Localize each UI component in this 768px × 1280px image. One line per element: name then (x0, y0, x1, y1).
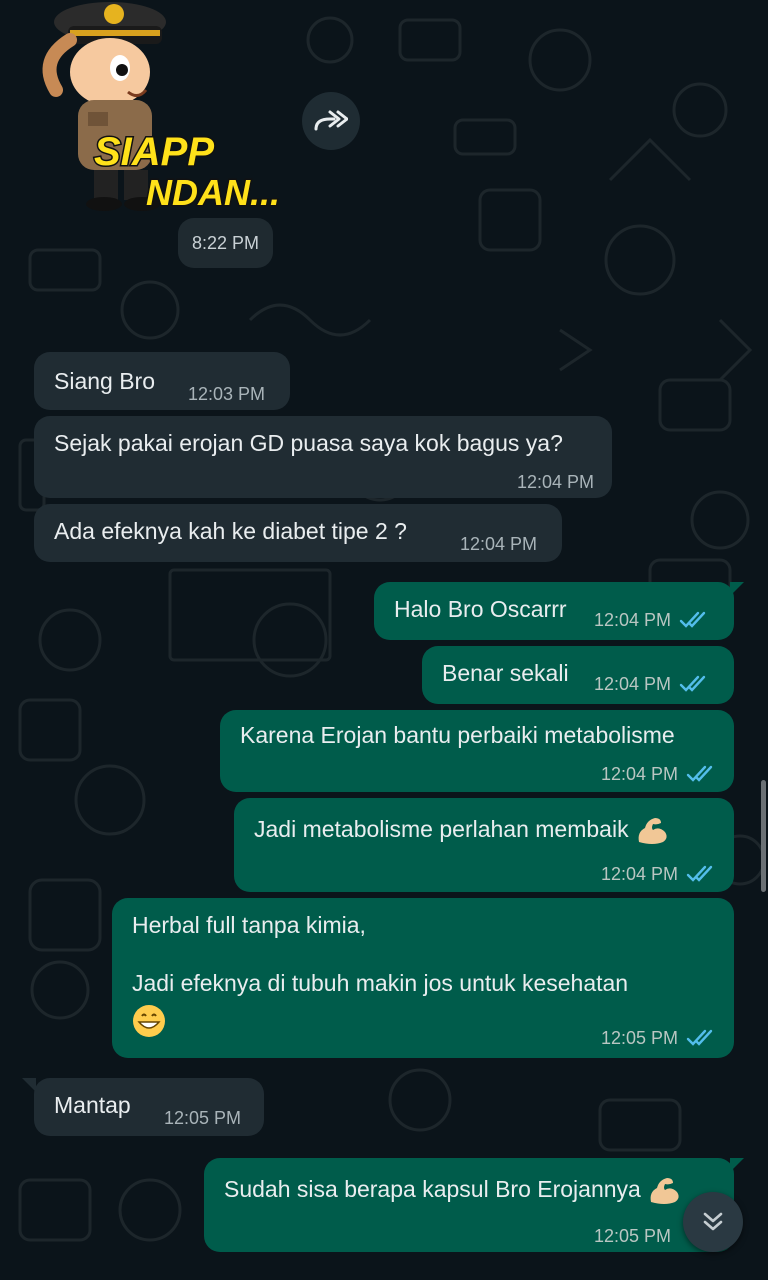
read-ticks-icon (686, 1029, 713, 1046)
flexed-biceps-icon (650, 1177, 679, 1204)
message-text: Sudah sisa berapa kapsul Bro Erojannya (224, 1174, 681, 1206)
message-time: 12:04 PM (594, 610, 672, 630)
message-meta: 12:04 PM (594, 674, 709, 694)
read-ticks-icon (679, 675, 706, 692)
message-meta: 12:04 PM (601, 864, 716, 884)
message-text-line2: Jadi efeknya di tubuh makin jos untuk ke… (132, 970, 629, 996)
message-meta: 12:04 PM (601, 764, 716, 784)
message-text: Jadi metabolisme perlahan membaik (254, 814, 669, 846)
message-time: 12:05 PM (600, 1028, 678, 1048)
message-outgoing[interactable]: Sudah sisa berapa kapsul Bro Erojannya 1… (204, 1158, 734, 1252)
sticker-image: SIAPP NDAN... (42, 2, 282, 215)
message-time: 12:04 PM (600, 864, 678, 884)
message-time: 12:04 PM (460, 534, 538, 554)
message-text: Karena Erojan bantu perbaiki metabolisme (240, 722, 675, 748)
read-ticks-icon (686, 765, 713, 782)
message-incoming[interactable]: Siang Bro 12:03 PM (34, 352, 290, 410)
message-time: 12:03 PM (188, 384, 266, 404)
message-text: Halo Bro Oscarrr (394, 596, 567, 622)
message-time: 12:04 PM (594, 674, 672, 694)
message-outgoing[interactable]: Halo Bro Oscarrr 12:04 PM (374, 582, 734, 640)
message-text: Sejak pakai erojan GD puasa saya kok bag… (54, 430, 563, 456)
forward-button[interactable] (302, 92, 360, 150)
message-meta: 12:03 PM (188, 384, 265, 404)
message-incoming[interactable]: Ada efeknya kah ke diabet tipe 2 ? 12:04… (34, 504, 562, 562)
svg-text:NDAN...: NDAN... (146, 172, 280, 213)
message-outgoing[interactable]: Jadi metabolisme perlahan membaik 12:04 … (234, 798, 734, 892)
flexed-biceps-icon (638, 817, 667, 844)
message-time: 12:04 PM (516, 472, 594, 492)
message-outgoing[interactable]: Benar sekali 12:04 PM (422, 646, 734, 704)
message-text: Benar sekali (442, 660, 569, 686)
message-text-content: Sudah sisa berapa kapsul Bro Erojannya (224, 1176, 641, 1202)
message-text: Ada efeknya kah ke diabet tipe 2 ? (54, 518, 407, 544)
message-text: Mantap (54, 1092, 131, 1118)
scrollbar-thumb[interactable] (761, 780, 766, 892)
police-salute-sticker[interactable]: SIAPP NDAN... (28, 0, 288, 220)
read-ticks-icon (686, 865, 713, 882)
message-text-content: Jadi metabolisme perlahan membaik (254, 816, 629, 842)
forward-icon (314, 110, 348, 131)
grinning-face-icon (133, 1005, 165, 1037)
message-time: 12:05 PM (164, 1108, 242, 1128)
message-time: 12:04 PM (600, 764, 678, 784)
message-outgoing[interactable]: Herbal full tanpa kimia, Jadi efeknya di… (112, 898, 734, 1058)
message-outgoing[interactable]: Karena Erojan bantu perbaiki metabolisme… (220, 710, 734, 792)
svg-text:SIAPP: SIAPP (94, 130, 214, 174)
message-meta: 12:04 PM (460, 534, 537, 554)
message-text: Siang Bro (54, 368, 156, 394)
message-time: 12:05 PM (594, 1226, 672, 1246)
bubble-tail (730, 1158, 744, 1172)
message-meta: 12:05 PM (164, 1108, 241, 1128)
message-meta: 12:05 PM (594, 1226, 671, 1246)
bubble-tail (22, 1078, 36, 1092)
message-meta: 12:04 PM (517, 472, 594, 492)
sticker-timestamp: 8:22 PM (178, 218, 274, 268)
message-meta: 12:04 PM (594, 610, 709, 630)
double-chevron-down-icon (703, 1212, 723, 1231)
message-meta: 12:05 PM (601, 1028, 716, 1048)
message-incoming[interactable]: Mantap 12:05 PM (34, 1078, 264, 1136)
scroll-to-bottom-button[interactable] (683, 1192, 743, 1252)
read-ticks-icon (679, 611, 706, 628)
message-incoming[interactable]: Sejak pakai erojan GD puasa saya kok bag… (34, 416, 612, 498)
message-text-line1: Herbal full tanpa kimia, (132, 912, 366, 938)
bubble-tail (730, 582, 744, 596)
